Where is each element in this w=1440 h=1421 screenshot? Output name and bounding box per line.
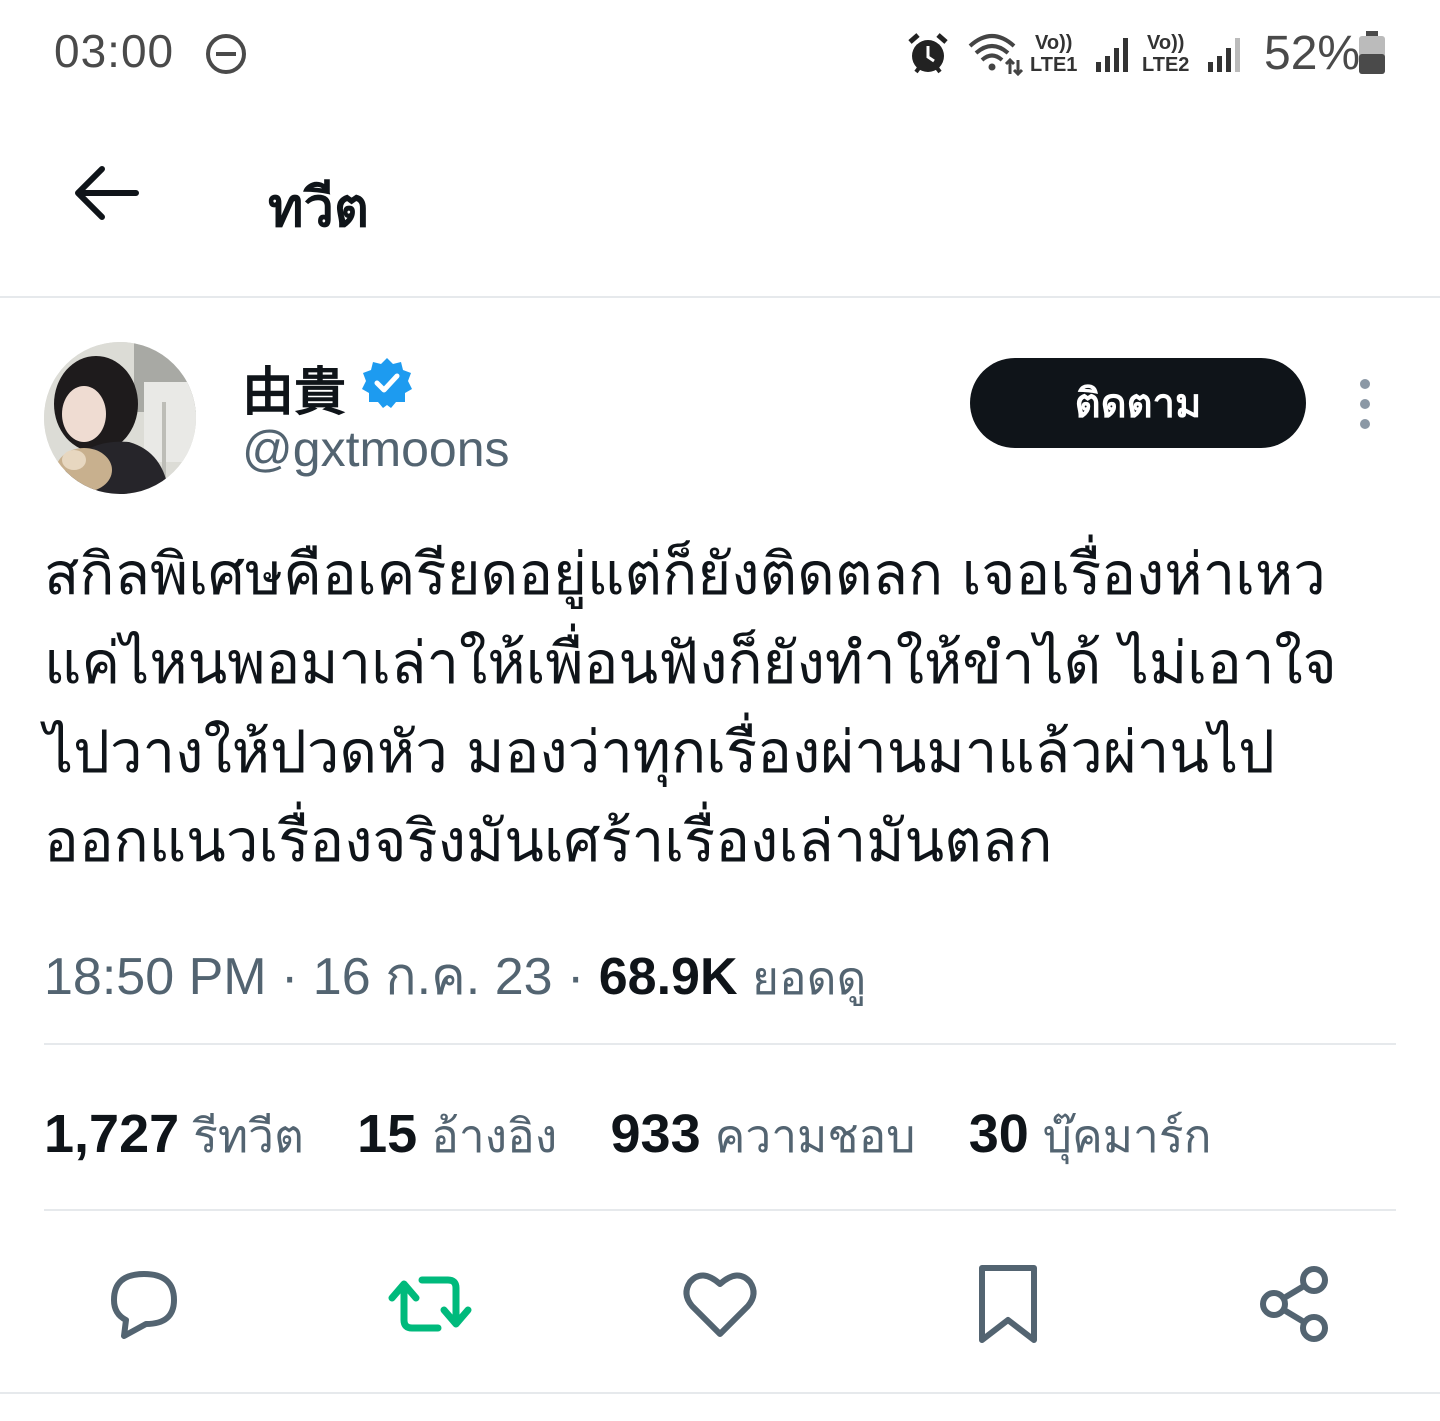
- more-vertical-icon[interactable]: [1350, 376, 1380, 432]
- reply-icon[interactable]: [102, 1262, 186, 1346]
- quotes-label: อ้างอิง: [431, 1109, 558, 1163]
- wifi-icon: [968, 34, 1024, 76]
- avatar-image: [44, 342, 196, 494]
- divider: [0, 1392, 1440, 1394]
- top-app-bar: ทวีต: [0, 110, 1440, 298]
- tweet-stats: 1,727 รีทวีต 15 อ้างอิง 933 ความชอบ 30 บุ๊คม…: [44, 1100, 1249, 1173]
- meta-separator: ·: [281, 948, 313, 1006]
- like-icon[interactable]: [678, 1262, 762, 1346]
- bookmarks-count: 30: [968, 1104, 1029, 1164]
- divider: [44, 1043, 1396, 1045]
- bookmarks-stat[interactable]: 30 บุ๊คมาร์ก: [969, 1100, 1212, 1173]
- bookmark-icon[interactable]: [966, 1262, 1050, 1346]
- share-icon[interactable]: [1252, 1262, 1336, 1346]
- display-name[interactable]: 由貴: [242, 350, 346, 425]
- signal-icon: [1208, 38, 1240, 72]
- tweet-line: แค่ไหนพอมาเล่าให้เพื่อนฟังก็ยังทำให้ขำได…: [44, 629, 1337, 697]
- retweets-count: 1,727: [44, 1104, 180, 1164]
- volte2-bottom: LTE2: [1142, 54, 1190, 76]
- volte2-top: Vo)): [1147, 32, 1185, 54]
- volte2-indicator: Vo)) LTE2: [1142, 32, 1189, 76]
- tweet-line: ไปวางให้ปวดหัว มองว่าทุกเรื่องผ่านมาแล้ว…: [44, 718, 1275, 786]
- retweet-icon[interactable]: [388, 1262, 472, 1346]
- likes-stat[interactable]: 933 ความชอบ: [611, 1100, 916, 1173]
- volte1-indicator: Vo)) LTE1: [1030, 32, 1077, 76]
- tweet-date: 16 ก.ค. 23: [312, 948, 553, 1006]
- back-arrow-icon[interactable]: [68, 160, 144, 226]
- avatar[interactable]: [44, 342, 196, 494]
- follow-button[interactable]: ติดตาม: [970, 358, 1306, 448]
- volte1-bottom: LTE1: [1030, 54, 1078, 76]
- author-handle[interactable]: @gxtmoons: [242, 420, 510, 478]
- battery-percent: 52%: [1264, 27, 1361, 80]
- likes-count: 933: [610, 1104, 701, 1164]
- verified-badge-icon: [362, 358, 412, 408]
- dnd-icon: [206, 34, 246, 74]
- tweet-line: ออกแนวเรื่องจริงมันเศร้าเรื่องเล่ามันตลก: [44, 807, 1053, 875]
- views-count[interactable]: 68.9K: [599, 948, 738, 1006]
- likes-label: ความชอบ: [714, 1109, 916, 1163]
- volte1-top: Vo)): [1035, 32, 1073, 54]
- tweet-time: 18:50 PM: [44, 948, 267, 1006]
- retweets-label: รีทวีต: [193, 1109, 304, 1163]
- retweets-stat[interactable]: 1,727 รีทวีต: [44, 1100, 304, 1173]
- quotes-count: 15: [357, 1104, 418, 1164]
- quotes-stat[interactable]: 15 อ้างอิง: [357, 1100, 557, 1173]
- tweet-meta: 18:50 PM · 16 ก.ค. 23 · 68.9K ยอดดู: [44, 934, 866, 1017]
- bookmarks-label: บุ๊คมาร์ก: [1042, 1109, 1212, 1163]
- views-label: ยอดดู: [751, 952, 867, 1004]
- alarm-icon: [908, 33, 948, 74]
- divider: [44, 1209, 1396, 1211]
- meta-separator: ·: [567, 948, 599, 1006]
- page-title: ทวีต: [268, 176, 369, 239]
- signal-icon: [1096, 38, 1128, 72]
- status-time: 03:00: [54, 25, 175, 77]
- status-bar: 03:00 Vo)) LTE1 Vo)) LTE2 52%: [0, 0, 1440, 110]
- tweet-line: สกิลพิเศษคือเครียดอยู่แต่ก็ยังติดตลก เจอ…: [44, 540, 1326, 608]
- battery-icon: [1359, 31, 1385, 74]
- tweet-text: สกิลพิเศษคือเครียดอยู่แต่ก็ยังติดตลก เจอ…: [44, 530, 1404, 886]
